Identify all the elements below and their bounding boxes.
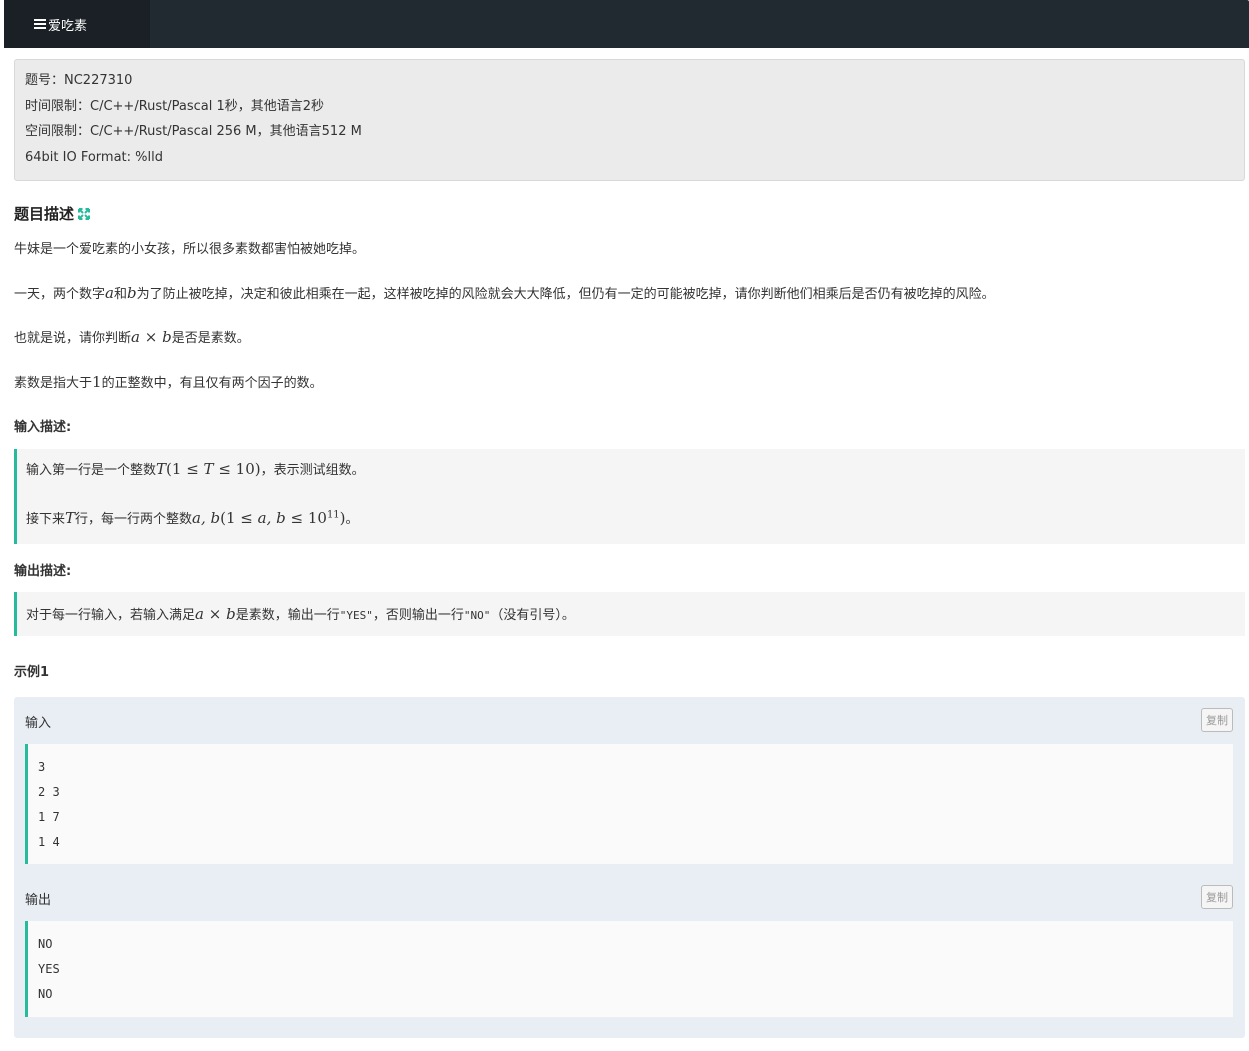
example-input-label: 输入 <box>25 716 52 731</box>
description-paragraph-3: 也就是说，请你判断a × b是否是素数。 <box>14 327 250 346</box>
space-limit: 空间限制：C/C++/Rust/Pascal 256 M，其他语言512 M <box>25 124 362 139</box>
example-panel: 输入 复制 3 2 3 1 7 1 4 输出 复制 NO YES NO <box>14 697 1245 1038</box>
tab-aichisu[interactable]: 爱吃素 <box>4 0 150 48</box>
p2-text-2: 和 <box>113 287 127 302</box>
text: 是素数，输出一行 <box>235 608 340 623</box>
io-format: 64bit IO Format: %lld <box>25 149 163 165</box>
text: （没有引号）。 <box>490 608 575 623</box>
math-one: 1 <box>92 373 102 391</box>
description-heading-text: 题目描述 <box>14 205 75 223</box>
problem-id: 题号：NC227310 <box>25 73 133 88</box>
math-range: ≤ 10 <box>285 509 327 527</box>
math-range: (1 ≤ <box>166 460 204 478</box>
text: 对于每一行输入，若输入满足 <box>26 608 196 623</box>
example-output-label: 输出 <box>25 893 52 908</box>
code-line: 1 7 <box>38 810 60 824</box>
problem-meta-panel: 题号：NC227310 时间限制：C/C++/Rust/Pascal 1秒，其他… <box>14 59 1245 181</box>
description-heading: 题目描述 <box>14 203 91 224</box>
code-line: 3 <box>38 760 46 774</box>
math-b: b <box>226 605 236 623</box>
code-line: NO <box>38 937 53 951</box>
p2-text-3: 为了防止被吃掉，决定和彼此相乘在一起，这样被吃掉的风险就会大大降低，但仍有一定的… <box>136 287 995 302</box>
top-nav-bar: 爱吃素 <box>4 0 1249 48</box>
description-paragraph-2: 一天，两个数字a和b为了防止被吃掉，决定和彼此相乘在一起，这样被吃掉的风险就会大… <box>14 283 995 302</box>
tab-label: 爱吃素 <box>48 18 88 34</box>
description-paragraph-4: 素数是指大于1的正整数中，有且仅有两个因子的数。 <box>14 372 323 391</box>
output-desc-line-1: 对于每一行输入，若输入满足a × b是素数，输出一行"YES"，否则输出一行"N… <box>26 604 575 623</box>
math-a: a <box>131 328 140 346</box>
math-a: a <box>105 284 114 302</box>
p4-text-2: 的正整数中，有且仅有两个因子的数。 <box>101 376 323 391</box>
math-b: b <box>126 284 137 302</box>
code-line: 1 4 <box>38 835 60 849</box>
copy-output-button[interactable]: 复制 <box>1201 885 1233 909</box>
text: 。 <box>345 512 359 527</box>
math-exponent: 11 <box>326 509 340 521</box>
output-description-heading: 输出描述: <box>14 564 72 579</box>
code-yes: "YES" <box>339 609 373 622</box>
math-range: ≤ 10) <box>213 460 261 478</box>
example-heading: 示例1 <box>14 665 50 680</box>
description-paragraph-1: 牛妹是一个爱吃素的小女孩，所以很多素数都害怕被她吃掉。 <box>14 242 366 257</box>
math-times: × <box>203 605 227 623</box>
math-ab: a, b <box>257 509 286 527</box>
math-T: T <box>156 460 167 478</box>
p3-text-2: 是否是素数。 <box>171 331 250 346</box>
text: ，否则输出一行 <box>372 608 464 623</box>
code-line: NO <box>38 987 53 1001</box>
example-output-code[interactable]: NO YES NO <box>25 921 1233 1017</box>
time-limit: 时间限制：C/C++/Rust/Pascal 1秒，其他语言2秒 <box>25 98 325 114</box>
math-T: T <box>65 509 76 527</box>
copy-input-button[interactable]: 复制 <box>1201 708 1233 732</box>
expand-icon[interactable] <box>78 207 91 220</box>
math-range: (1 ≤ <box>220 509 258 527</box>
text: 接下来 <box>26 512 66 527</box>
input-desc-line-2: 接下来T行，每一行两个整数a, b(1 ≤ a, b ≤ 1011)。 <box>26 508 359 527</box>
code-no: "NO" <box>463 609 491 622</box>
text: ，表示测试组数。 <box>260 463 365 478</box>
math-b: b <box>162 328 172 346</box>
input-description-heading: 输入描述: <box>14 420 72 435</box>
math-times: × <box>139 328 163 346</box>
math-T: T <box>203 460 214 478</box>
text: 输入第一行是一个整数 <box>26 463 157 478</box>
example-input-code[interactable]: 3 2 3 1 7 1 4 <box>25 744 1233 864</box>
output-description-block: 对于每一行输入，若输入满足a × b是素数，输出一行"YES"，否则输出一行"N… <box>14 592 1245 636</box>
p3-text-1: 也就是说，请你判断 <box>14 331 132 346</box>
code-line: 2 3 <box>38 785 60 799</box>
math-ab: a, b <box>192 509 221 527</box>
math-a: a <box>195 605 204 623</box>
input-description-block: 输入第一行是一个整数T(1 ≤ T ≤ 10)，表示测试组数。 接下来T行，每一… <box>14 449 1245 544</box>
p4-text-1: 素数是指大于 <box>14 376 93 391</box>
p2-text-1: 一天，两个数字 <box>14 287 106 302</box>
list-icon <box>34 19 46 29</box>
code-line: YES <box>38 962 60 976</box>
text: 行，每一行两个整数 <box>75 512 193 527</box>
input-desc-line-1: 输入第一行是一个整数T(1 ≤ T ≤ 10)，表示测试组数。 <box>26 459 365 478</box>
